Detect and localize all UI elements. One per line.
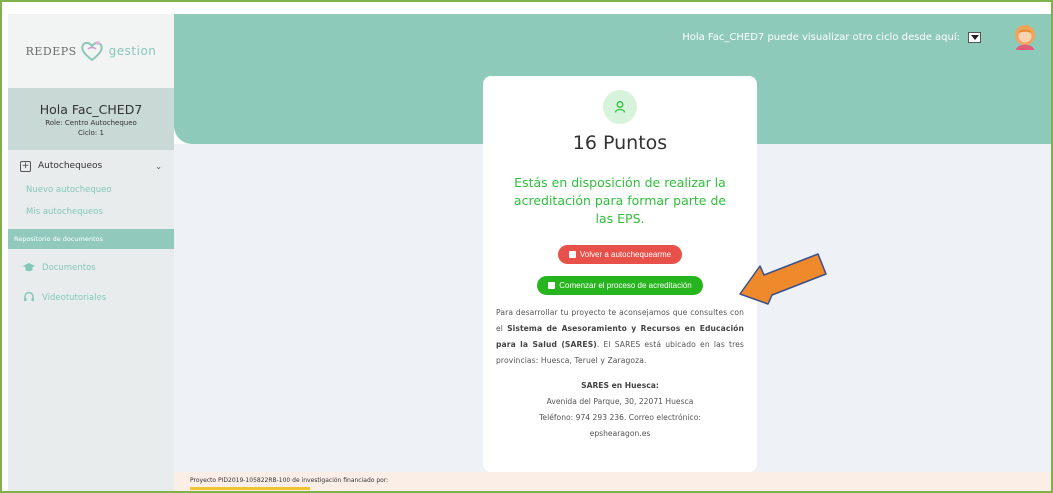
sares-address: SARES en Huesca: Avenida del Parque, 30,… bbox=[483, 378, 757, 442]
user-icon bbox=[614, 101, 626, 113]
sidebar-link-mis-autochequeos[interactable]: Mis autochequeos bbox=[8, 201, 174, 223]
footer: Proyecto PID2019-105822RB-100 de investi… bbox=[174, 472, 1051, 491]
document-icon bbox=[548, 282, 556, 289]
document-icon bbox=[568, 251, 576, 258]
points-score: 16 Puntos bbox=[572, 132, 668, 154]
graduation-cap-icon bbox=[22, 262, 36, 275]
retry-selfcheck-button[interactable]: Volver a autochequearme bbox=[557, 245, 683, 264]
address-email[interactable]: epshearagon.es bbox=[483, 426, 757, 442]
sidebar-item-documentos[interactable]: Documentos bbox=[8, 253, 174, 283]
logo-area: REDEPS gestion bbox=[8, 14, 174, 88]
heart-logo-icon bbox=[80, 41, 103, 62]
plus-square-icon: + bbox=[20, 160, 31, 172]
sidebar-item-videotutoriales[interactable]: Videotutoriales bbox=[8, 283, 174, 313]
advice-text: Para desarrollar tu proyecto te aconseja… bbox=[496, 305, 744, 369]
user-cycle: Ciclo: 1 bbox=[78, 129, 104, 137]
sidebar-group-label: Autochequeos bbox=[38, 161, 103, 171]
sidebar-group-autochequeos[interactable]: + Autochequeos ⌄ bbox=[8, 153, 174, 179]
funding-logo-strip bbox=[190, 487, 310, 490]
address-street: Avenida del Parque, 30, 22071 Huesca bbox=[546, 397, 694, 406]
cycle-dropdown[interactable] bbox=[968, 32, 981, 43]
cycle-selector: Hola Fac_CHED7 puede visualizar otro cic… bbox=[682, 32, 981, 43]
user-name: Hola Fac_CHED7 bbox=[39, 102, 143, 117]
sidebar-link-nuevo-autochequeo[interactable]: Nuevo autochequeo bbox=[8, 179, 174, 201]
accreditation-message: Estás en disposición de realizar la acre… bbox=[513, 175, 727, 226]
sidebar-item-label: Documentos bbox=[42, 263, 96, 273]
sidebar-item-label: Videotutoriales bbox=[42, 293, 107, 303]
retry-selfcheck-label: Volver a autochequearme bbox=[579, 250, 672, 259]
avatar[interactable] bbox=[1013, 24, 1037, 50]
start-accreditation-button[interactable]: Comenzar el proceso de acreditación bbox=[537, 276, 703, 295]
user-icon-badge bbox=[603, 90, 637, 124]
address-title: SARES en Huesca: bbox=[581, 381, 659, 390]
sidebar: REDEPS gestion Hola Fac_CHED7 Role: Cent… bbox=[8, 14, 174, 491]
annotation-arrow-icon bbox=[739, 253, 827, 305]
header-greeting: Hola Fac_CHED7 puede visualizar otro cic… bbox=[682, 32, 960, 43]
user-role: Role: Centro Autochequeo bbox=[45, 119, 137, 127]
address-phone: Teléfono: 974 293 236. Correo electrónic… bbox=[539, 413, 701, 422]
user-info: Hola Fac_CHED7 Role: Centro Autochequeo … bbox=[8, 88, 174, 150]
logo-text-gestion: gestion bbox=[108, 44, 157, 58]
start-accreditation-label: Comenzar el proceso de acreditación bbox=[559, 281, 692, 290]
headphones-icon bbox=[22, 291, 36, 305]
sidebar-section-repositorio: Repositorio de documentos bbox=[8, 229, 174, 249]
app-logo[interactable]: REDEPS gestion bbox=[26, 40, 157, 62]
chevron-down-icon: ⌄ bbox=[155, 161, 162, 171]
footer-text: Proyecto PID2019-105822RB-100 de investi… bbox=[190, 477, 389, 484]
app-frame: REDEPS gestion Hola Fac_CHED7 Role: Cent… bbox=[0, 0, 1053, 493]
result-card: 16 Puntos Estás en disposición de realiz… bbox=[483, 76, 757, 472]
logo-text-redeps: REDEPS bbox=[25, 44, 77, 58]
